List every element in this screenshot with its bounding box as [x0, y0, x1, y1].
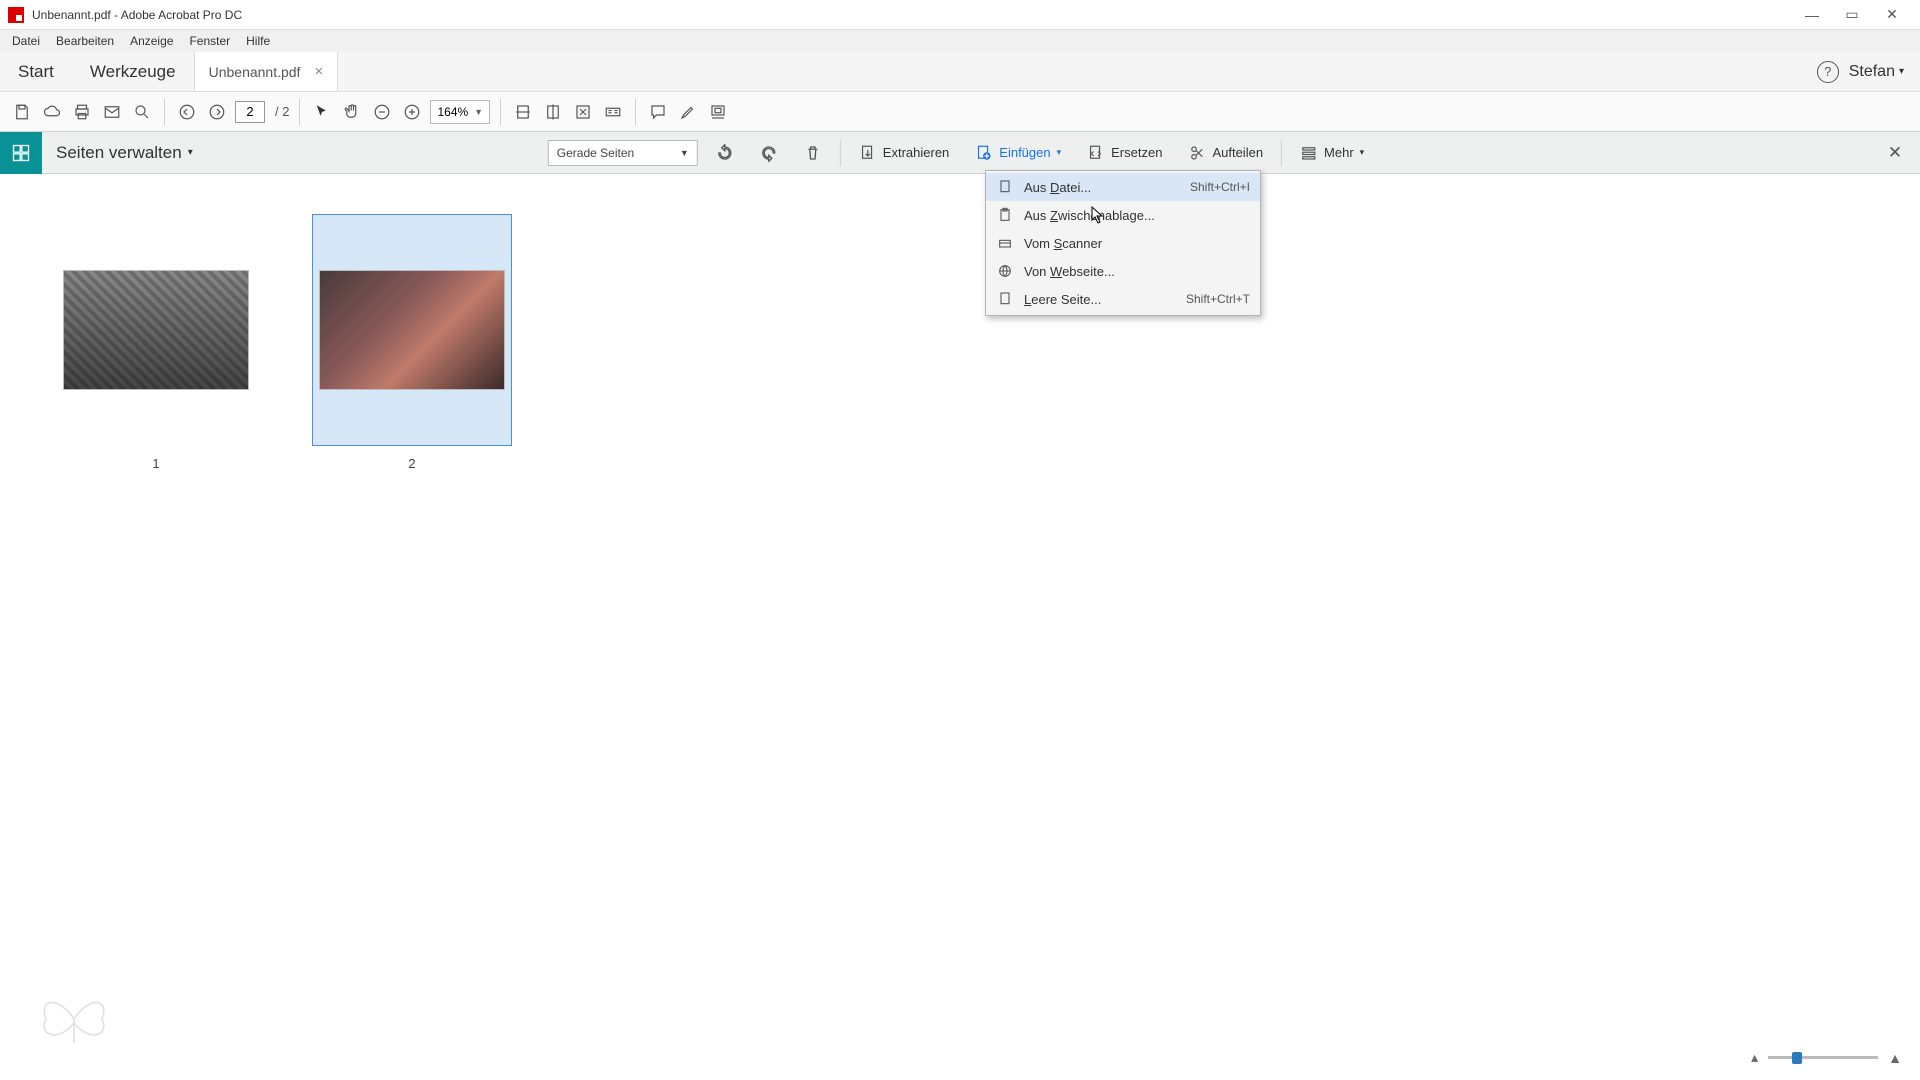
tab-document[interactable]: Unbenannt.pdf ×	[194, 52, 339, 91]
minimize-button[interactable]: —	[1792, 3, 1832, 27]
insert-button[interactable]: Einfügen ▾	[967, 140, 1069, 166]
shortcut-label: Shift+Ctrl+I	[1190, 180, 1250, 194]
file-icon	[996, 178, 1014, 196]
extract-button[interactable]: Extrahieren	[851, 140, 957, 166]
insert-from-webpage[interactable]: Von Webseite...	[986, 257, 1260, 285]
page-total-label: / 2	[275, 104, 289, 119]
fit-width-icon[interactable]	[511, 100, 535, 124]
next-page-icon[interactable]	[205, 100, 229, 124]
rotate-cw-button[interactable]	[752, 140, 786, 166]
app-icon	[8, 7, 24, 23]
page-filter-value: Gerade Seiten	[557, 146, 634, 160]
caret-down-icon: ▾	[1899, 66, 1904, 77]
zoom-value: 164%	[437, 105, 468, 119]
globe-icon	[996, 262, 1014, 280]
tab-row: Start Werkzeuge Unbenannt.pdf × ? Stefan…	[0, 52, 1920, 92]
split-button[interactable]: Aufteilen	[1180, 140, 1271, 166]
scanner-icon	[996, 234, 1014, 252]
page-thumbnails-area: 1 2	[0, 174, 1920, 511]
tab-document-label: Unbenannt.pdf	[209, 64, 301, 80]
replace-button[interactable]: Ersetzen	[1079, 140, 1170, 166]
butterfly-watermark	[34, 984, 114, 1054]
maximize-button[interactable]: ▭	[1832, 3, 1872, 27]
blank-page-icon	[996, 290, 1014, 308]
thumbnail-image	[63, 270, 249, 390]
title-bar: Unbenannt.pdf - Adobe Acrobat Pro DC — ▭…	[0, 0, 1920, 30]
page-thumb-1[interactable]: 1	[56, 214, 256, 471]
read-mode-icon[interactable]	[601, 100, 625, 124]
window-title: Unbenannt.pdf - Adobe Acrobat Pro DC	[32, 8, 242, 22]
tab-close-icon[interactable]: ×	[314, 63, 323, 80]
search-icon[interactable]	[130, 100, 154, 124]
zoom-slider[interactable]	[1768, 1056, 1878, 1059]
zoom-out-small-icon[interactable]: ▴	[1751, 1049, 1758, 1066]
tab-start[interactable]: Start	[0, 52, 72, 91]
caret-down-icon: ▼	[474, 107, 483, 117]
insert-from-scanner[interactable]: Vom Scanner	[986, 229, 1260, 257]
shortcut-label: Shift+Ctrl+T	[1186, 292, 1250, 306]
zoom-in-large-icon[interactable]: ▲	[1888, 1050, 1902, 1066]
insert-from-file[interactable]: Aus Datei... Shift+Ctrl+I	[986, 173, 1260, 201]
organize-pages-toolbar: Seiten verwalten ▾ Gerade Seiten ▼ Extra…	[0, 132, 1920, 174]
insert-blank-page[interactable]: Leere Seite... Shift+Ctrl+T	[986, 285, 1260, 313]
caret-down-icon: ▾	[1057, 147, 1062, 158]
menu-bar: Datei Bearbeiten Anzeige Fenster Hilfe	[0, 30, 1920, 52]
menu-fenster[interactable]: Fenster	[181, 32, 238, 50]
cloud-icon[interactable]	[40, 100, 64, 124]
rotate-ccw-button[interactable]	[708, 140, 742, 166]
close-window-button[interactable]: ✕	[1872, 3, 1912, 27]
user-name: Stefan	[1849, 63, 1895, 81]
thumbnail-label: 1	[152, 456, 159, 471]
zoom-out-icon[interactable]	[370, 100, 394, 124]
menu-datei[interactable]: Datei	[4, 32, 48, 50]
thumbnail-image	[319, 270, 505, 390]
clipboard-icon	[996, 206, 1014, 224]
delete-page-button[interactable]	[796, 140, 830, 166]
page-thumb-2[interactable]: 2	[312, 214, 512, 471]
user-menu[interactable]: Stefan ▾	[1849, 63, 1904, 81]
page-filter-select[interactable]: Gerade Seiten ▼	[548, 140, 698, 166]
page-number-input[interactable]	[235, 101, 265, 123]
stamp-icon[interactable]	[706, 100, 730, 124]
caret-down-icon: ▾	[188, 147, 193, 158]
fit-height-icon[interactable]	[541, 100, 565, 124]
hand-icon[interactable]	[340, 100, 364, 124]
menu-anzeige[interactable]: Anzeige	[122, 32, 181, 50]
organize-pages-title[interactable]: Seiten verwalten ▾	[56, 143, 193, 163]
thumbnail-zoom-control: ▴ ▲	[1751, 1049, 1902, 1066]
tab-tools[interactable]: Werkzeuge	[72, 52, 194, 91]
more-button[interactable]: Mehr ▾	[1292, 140, 1372, 166]
main-toolbar: / 2 164% ▼	[0, 92, 1920, 132]
caret-down-icon: ▾	[1360, 147, 1365, 158]
zoom-in-icon[interactable]	[400, 100, 424, 124]
prev-page-icon[interactable]	[175, 100, 199, 124]
print-icon[interactable]	[70, 100, 94, 124]
fit-page-icon[interactable]	[571, 100, 595, 124]
caret-down-icon: ▼	[680, 148, 689, 158]
mail-icon[interactable]	[100, 100, 124, 124]
menu-hilfe[interactable]: Hilfe	[238, 32, 278, 50]
pointer-icon[interactable]	[310, 100, 334, 124]
close-panel-button[interactable]: ✕	[1884, 142, 1906, 164]
zoom-select[interactable]: 164% ▼	[430, 100, 490, 124]
insert-from-clipboard[interactable]: Aus Zwischenablage...	[986, 201, 1260, 229]
help-icon[interactable]: ?	[1817, 61, 1839, 83]
thumbnail-label: 2	[408, 456, 415, 471]
save-icon[interactable]	[10, 100, 34, 124]
insert-dropdown-menu: Aus Datei... Shift+Ctrl+I Aus Zwischenab…	[985, 170, 1261, 316]
organize-pages-icon	[0, 132, 42, 174]
highlight-icon[interactable]	[676, 100, 700, 124]
comment-icon[interactable]	[646, 100, 670, 124]
menu-bearbeiten[interactable]: Bearbeiten	[48, 32, 122, 50]
